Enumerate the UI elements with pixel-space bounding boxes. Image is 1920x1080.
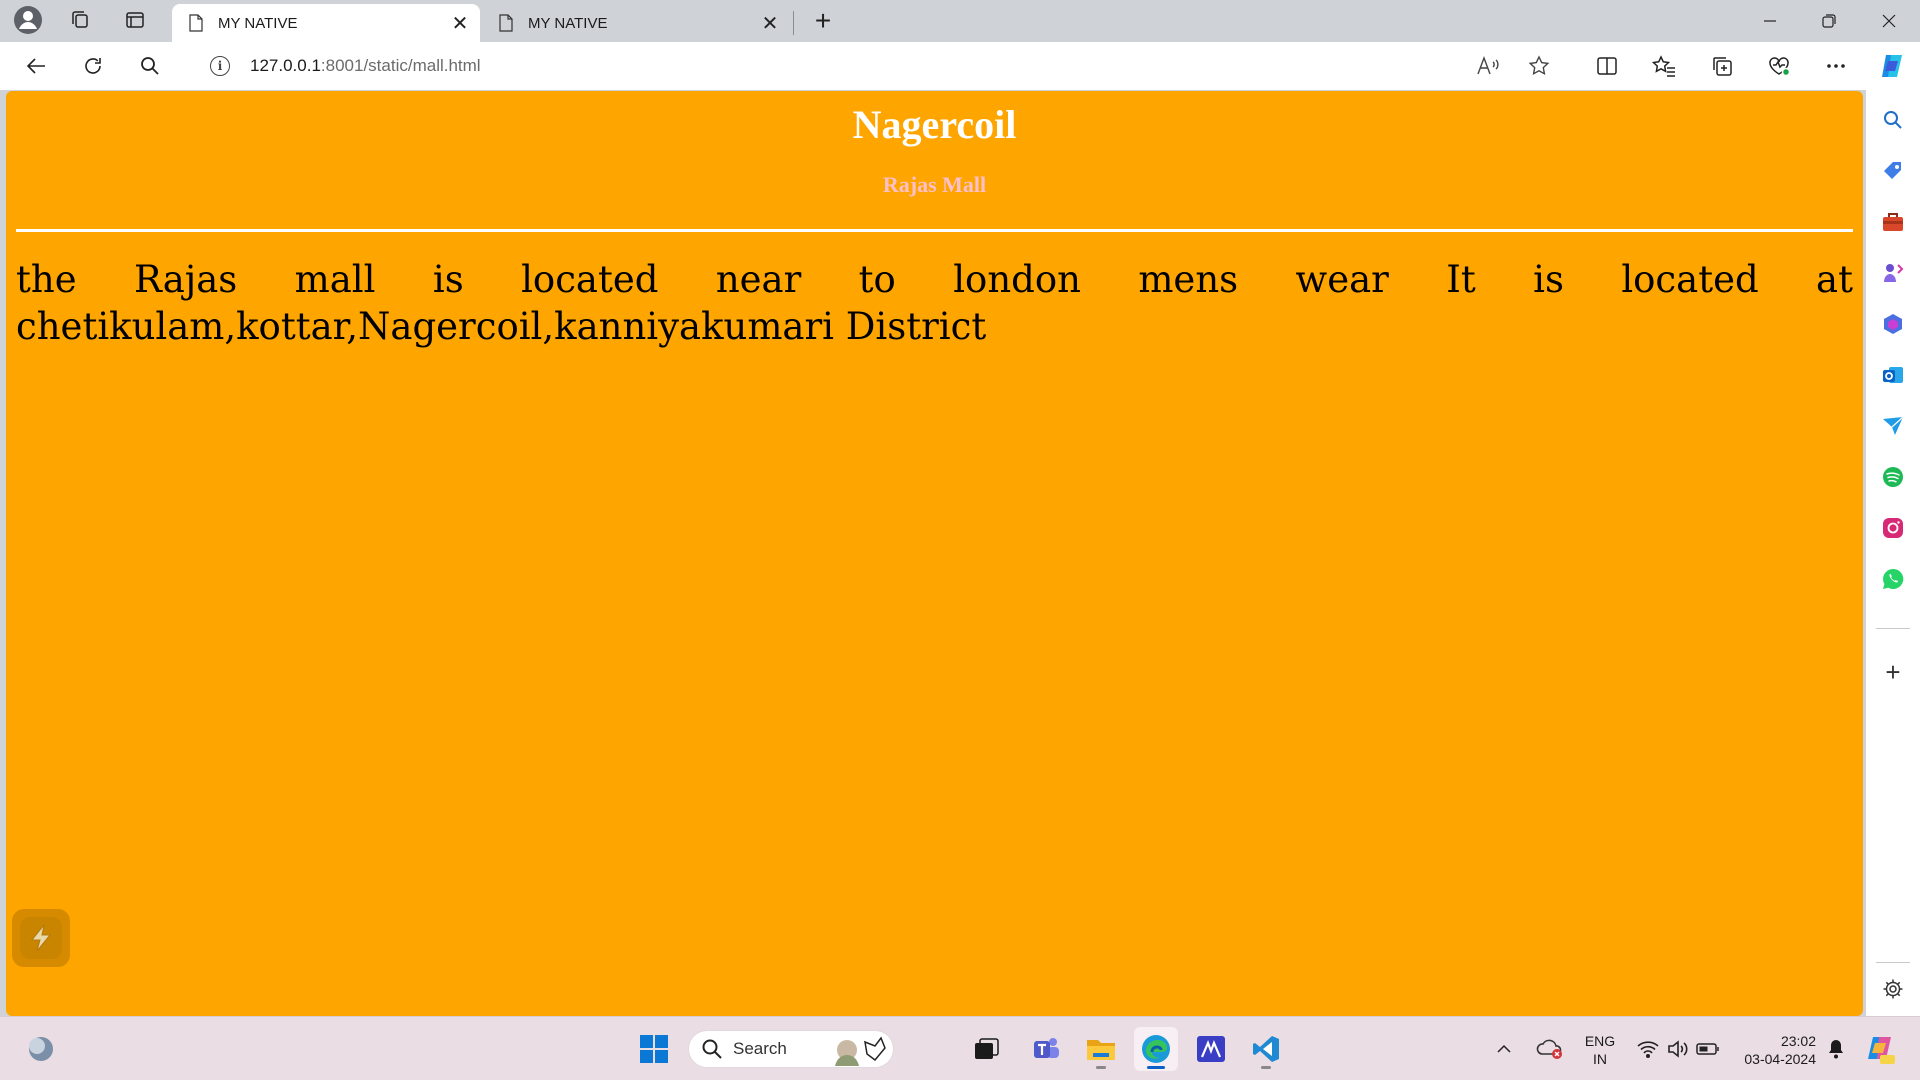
add-sidebar-app-icon[interactable]: + xyxy=(1879,657,1907,687)
web-page: Nagercoil Rajas Mall the Rajas mall is l… xyxy=(6,91,1863,1016)
shopping-tag-icon[interactable] xyxy=(1879,157,1907,185)
sidebar-separator xyxy=(1876,962,1910,963)
task-view-icon[interactable] xyxy=(964,1027,1008,1071)
horizontal-rule xyxy=(16,229,1853,232)
whatsapp-icon[interactable] xyxy=(1879,565,1907,593)
edge-taskbar-icon[interactable] xyxy=(1134,1027,1178,1071)
search-icon[interactable] xyxy=(132,49,168,83)
lightning-icon xyxy=(30,924,52,952)
vscode-icon[interactable] xyxy=(1244,1027,1288,1071)
tools-briefcase-icon[interactable] xyxy=(1879,208,1907,236)
copilot-icon[interactable] xyxy=(1874,49,1910,83)
address-url[interactable]: 127.0.0.1:8001/static/mall.html xyxy=(250,56,481,76)
address-bar[interactable]: i 127.0.0.1:8001/static/mall.html xyxy=(186,47,1572,85)
search-icon xyxy=(702,1039,722,1059)
page-heading: Nagercoil xyxy=(852,102,1017,147)
sidebar-settings-icon[interactable] xyxy=(1879,975,1907,1003)
battery-icon[interactable] xyxy=(1692,1027,1724,1071)
close-window-button[interactable] xyxy=(1860,0,1918,42)
teams-icon[interactable] xyxy=(1024,1027,1068,1071)
wifi-icon[interactable] xyxy=(1632,1027,1664,1071)
tab-my-native-1[interactable]: MY NATIVE ✕ xyxy=(172,4,480,42)
search-label: Search xyxy=(733,1039,787,1058)
clock[interactable]: 23:02 03-04-2024 xyxy=(1734,1032,1816,1068)
onedrive-error-icon[interactable] xyxy=(1530,1027,1570,1071)
page-paragraph: the Rajas mall is located near to london… xyxy=(16,258,1853,348)
document-icon xyxy=(499,14,513,32)
instagram-icon[interactable] xyxy=(1879,514,1907,542)
games-icon[interactable] xyxy=(1879,259,1907,287)
close-tab-icon[interactable]: ✕ xyxy=(446,9,474,37)
weather-widget-icon[interactable] xyxy=(19,1027,63,1071)
favorites-icon[interactable] xyxy=(1646,49,1682,83)
running-indicator xyxy=(1096,1066,1106,1069)
tab-actions-icon[interactable] xyxy=(117,4,153,36)
sidebar-separator xyxy=(1876,628,1910,629)
restore-button[interactable] xyxy=(1800,0,1858,42)
windows-taskbar: Search ENG IN 23:02 03-04-2024 xyxy=(0,1016,1920,1080)
app-ma-icon[interactable] xyxy=(1189,1027,1233,1071)
tab-title: MY NATIVE xyxy=(218,14,298,32)
show-hidden-icons-chevron-icon[interactable] xyxy=(1490,1027,1518,1071)
language-indicator[interactable]: ENG IN xyxy=(1578,1032,1622,1068)
minimize-button[interactable] xyxy=(1741,0,1799,42)
collections-icon[interactable] xyxy=(1704,49,1740,83)
reload-button[interactable] xyxy=(75,49,111,83)
sidebar-search-icon[interactable] xyxy=(1879,106,1907,134)
tab-strip: MY NATIVE ✕ MY NATIVE ✕ + xyxy=(0,0,1920,42)
tab-separator xyxy=(793,11,794,35)
microsoft-365-icon[interactable] xyxy=(1879,310,1907,338)
tab-title: MY NATIVE xyxy=(528,14,608,32)
notifications-bell-icon[interactable] xyxy=(1822,1027,1850,1071)
file-explorer-icon[interactable] xyxy=(1079,1027,1123,1071)
running-indicator xyxy=(1147,1066,1165,1069)
site-info-icon[interactable]: i xyxy=(210,56,230,76)
search-highlight-illustration-icon xyxy=(835,1036,886,1066)
profile-icon[interactable] xyxy=(10,4,46,36)
new-tab-button[interactable]: + xyxy=(806,5,840,36)
browser-essentials-icon[interactable] xyxy=(1761,49,1797,83)
edge-sidebar: + xyxy=(1866,90,1920,1016)
floating-extension-button[interactable] xyxy=(12,909,70,967)
read-aloud-icon[interactable] xyxy=(1470,49,1506,83)
copilot-preview-icon[interactable] xyxy=(1858,1027,1902,1071)
outlook-icon[interactable] xyxy=(1879,361,1907,389)
page-subheading: Rajas Mall xyxy=(882,172,987,197)
tab-my-native-2[interactable]: MY NATIVE ✕ xyxy=(482,4,790,42)
split-screen-icon[interactable] xyxy=(1589,49,1625,83)
favorite-star-icon[interactable] xyxy=(1521,49,1557,83)
running-indicator xyxy=(1261,1066,1271,1069)
document-icon xyxy=(189,14,203,32)
close-tab-icon[interactable]: ✕ xyxy=(756,9,784,37)
back-button[interactable] xyxy=(18,49,54,83)
workspaces-icon[interactable] xyxy=(62,4,98,36)
more-menu-icon[interactable] xyxy=(1818,49,1854,83)
spotify-icon[interactable] xyxy=(1879,463,1907,491)
send-message-icon[interactable] xyxy=(1879,412,1907,440)
browser-toolbar: i 127.0.0.1:8001/static/mall.html xyxy=(0,42,1920,90)
start-button[interactable] xyxy=(632,1027,676,1071)
taskbar-search[interactable]: Search xyxy=(688,1030,894,1068)
volume-icon[interactable] xyxy=(1662,1027,1694,1071)
